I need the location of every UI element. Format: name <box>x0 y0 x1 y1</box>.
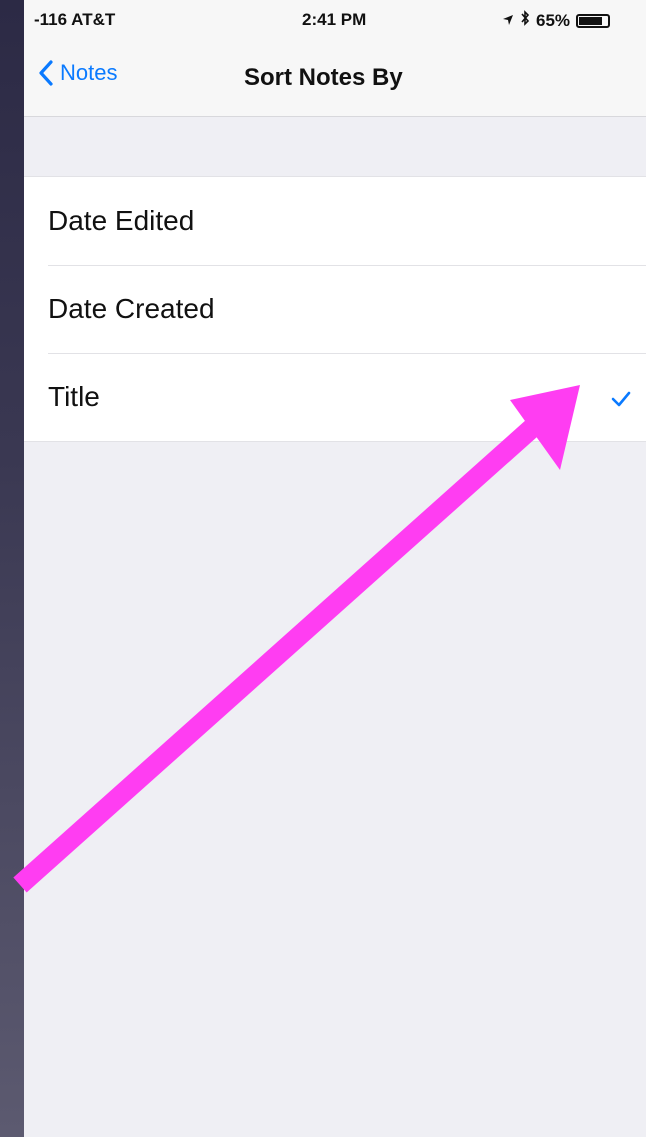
sort-option-date-edited[interactable]: Date Edited <box>24 177 646 265</box>
battery-percent: 65% <box>536 10 571 30</box>
back-label: Notes <box>60 60 118 85</box>
status-right: 65% <box>502 10 611 31</box>
carrier-label: -116 AT&T <box>34 10 116 29</box>
back-button[interactable]: Notes <box>38 60 117 86</box>
clock: 2:41 PM <box>302 10 367 29</box>
location-arrow-icon <box>502 11 514 31</box>
sort-option-title[interactable]: Title <box>24 353 646 441</box>
option-label: Date Edited <box>48 205 195 236</box>
sort-options-list: Date Edited Date Created Title <box>24 176 646 442</box>
sort-option-date-created[interactable]: Date Created <box>24 265 646 353</box>
page-title: Sort Notes By <box>244 64 403 91</box>
navigation-bar: Notes Sort Notes By <box>24 40 646 117</box>
option-label: Date Created <box>48 293 215 324</box>
status-bar: -116 AT&T 2:41 PM 65% <box>24 0 646 40</box>
phone-screen: -116 AT&T 2:41 PM 65% Notes Sort Notes B… <box>24 0 646 1137</box>
bluetooth-icon <box>520 10 530 31</box>
option-label: Title <box>48 381 100 412</box>
battery-icon <box>576 13 611 28</box>
chevron-left-icon <box>38 60 54 86</box>
checkmark-icon <box>610 383 632 415</box>
